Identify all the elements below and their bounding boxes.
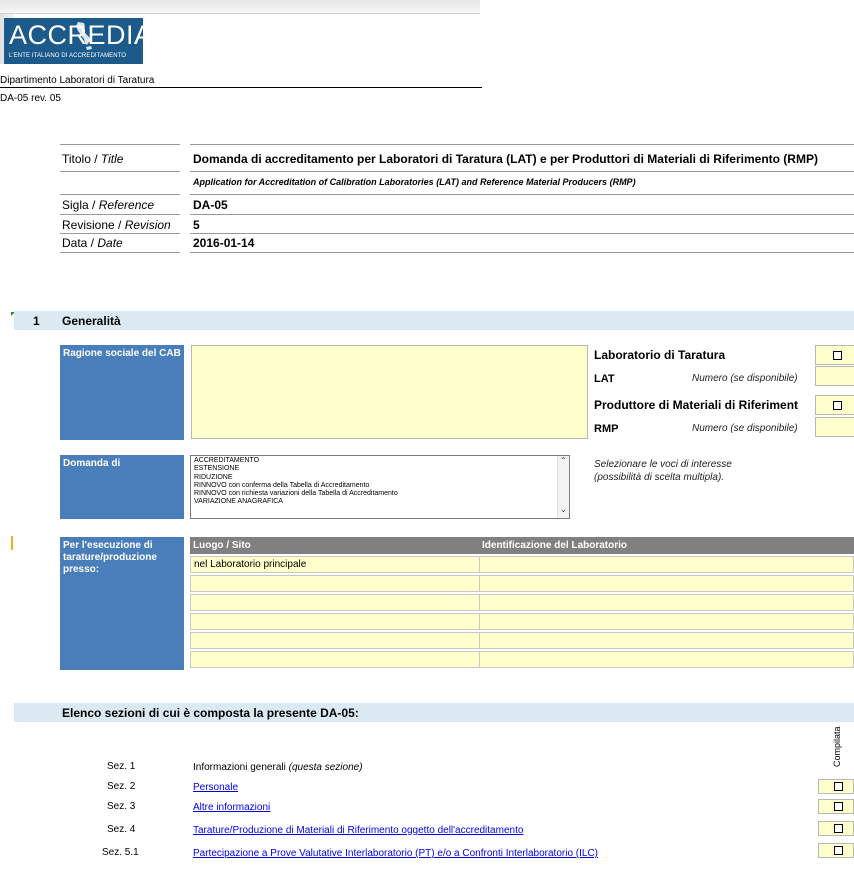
- ragione-sociale-input[interactable]: [191, 345, 588, 439]
- col-luogo-header: Luogo / Sito: [190, 537, 479, 554]
- lat-title: Laboratorio di Taratura: [594, 348, 726, 362]
- listbox-scrollbar[interactable]: ⌃ ⌄: [557, 456, 569, 518]
- lat-checkbox[interactable]: [833, 351, 842, 360]
- compilata-checkbox[interactable]: [834, 846, 843, 855]
- date-value: 2016-01-14: [193, 236, 255, 250]
- esecuzione-label: Per l'esecuzione di tarature/produzione …: [60, 537, 184, 670]
- sez-label: Sez. 3: [107, 801, 136, 812]
- ragione-sociale-label: Ragione sociale del CAB: [60, 345, 184, 440]
- ident-cell[interactable]: [479, 556, 854, 573]
- italy-map-icon: [76, 22, 92, 50]
- header-rule: [190, 233, 854, 234]
- logo-subtitle: L'ENTE ITALIANO DI ACCREDITAMENTO: [9, 53, 127, 59]
- header-rule: [190, 144, 854, 145]
- rmp-code: RMP: [594, 423, 619, 435]
- title-label: Titolo / Title: [62, 152, 124, 166]
- lat-numero-input[interactable]: [815, 366, 854, 386]
- sez-label: Sez. 5.1: [102, 847, 139, 858]
- header-rule: [60, 171, 180, 172]
- header-rule: [60, 194, 180, 195]
- luogo-cell[interactable]: [190, 613, 480, 630]
- ident-cell[interactable]: [479, 613, 854, 630]
- col-ident-header: Identificazione del Laboratorio: [479, 537, 854, 554]
- sez-label: Sez. 2: [107, 781, 136, 792]
- document-revision: DA-05 rev. 05: [0, 93, 61, 104]
- luogo-cell[interactable]: [190, 594, 480, 611]
- rmp-checkbox[interactable]: [833, 401, 842, 410]
- ident-cell[interactable]: [479, 575, 854, 592]
- sez-link-altre-informazioni[interactable]: Altre informazioni: [193, 802, 270, 813]
- department-divider: [0, 87, 482, 88]
- title-value: Domanda di accreditamento per Laboratori…: [193, 152, 818, 166]
- compilata-header: Compilata: [832, 726, 842, 767]
- selezionare-hint-line1: Selezionare le voci di interesse: [594, 459, 732, 470]
- rmp-title: Produttore di Materiali di Riferiment: [594, 398, 799, 412]
- rmp-numero-input[interactable]: [815, 417, 854, 437]
- list-item[interactable]: ACCREDITAMENTO: [194, 457, 566, 465]
- header-rule: [60, 233, 180, 234]
- sez-link-tarature[interactable]: Tarature/Produzione di Materiali di Rife…: [193, 825, 523, 836]
- reference-value: DA-05: [193, 198, 228, 212]
- section-title: Generalità: [62, 314, 121, 328]
- luogo-cell[interactable]: [190, 632, 480, 649]
- header-rule: [190, 171, 854, 172]
- section-number: 1: [33, 314, 40, 328]
- scroll-up-icon[interactable]: ⌃: [560, 456, 567, 465]
- title-english: Application for Accreditation of Calibra…: [193, 177, 636, 187]
- luogo-cell[interactable]: [190, 651, 480, 668]
- sez-label: Sez. 4: [107, 824, 136, 835]
- header-rule: [190, 194, 854, 195]
- luogo-cell[interactable]: [190, 575, 480, 592]
- list-item[interactable]: RINNOVO con richiesta variazioni della T…: [194, 490, 566, 498]
- selezionare-hint-line2: (possibilità di scelta multipla).: [594, 472, 725, 483]
- sez-label: Sez. 1: [107, 761, 136, 772]
- header-rule: [60, 144, 180, 145]
- luogo-cell[interactable]: nel Laboratorio principale: [190, 556, 480, 573]
- elenco-title: Elenco sezioni di cui è composta la pres…: [62, 706, 359, 720]
- compilata-checkbox[interactable]: [834, 802, 843, 811]
- scroll-down-icon[interactable]: ⌄: [560, 505, 567, 514]
- department-name: Dipartimento Laboratori di Taratura: [0, 75, 155, 86]
- cell-marker: [11, 536, 13, 550]
- lat-numero-label: Numero (se disponibile): [692, 373, 798, 384]
- revision-value: 5: [193, 218, 200, 232]
- list-item[interactable]: ESTENSIONE: [194, 465, 566, 473]
- lat-code: LAT: [594, 373, 615, 385]
- reference-label: Sigla / Reference: [62, 198, 155, 212]
- header-rule: [190, 214, 854, 215]
- sez-text: Informazioni generali (questa sezione): [193, 762, 363, 773]
- domanda-listbox[interactable]: ACCREDITAMENTO ESTENSIONE RIDUZIONE RINN…: [190, 455, 570, 519]
- list-item[interactable]: VARIAZIONE ANAGRAFICA: [194, 498, 566, 506]
- ident-cell[interactable]: [479, 651, 854, 668]
- list-item[interactable]: RIDUZIONE: [194, 474, 566, 482]
- header-rule: [190, 252, 854, 253]
- ident-cell[interactable]: [479, 632, 854, 649]
- compilata-checkbox[interactable]: [834, 824, 843, 833]
- header-rule: [60, 252, 180, 253]
- accredia-logo: ACCREDIA L'ENTE ITALIANO DI ACCREDITAMEN…: [4, 18, 152, 64]
- revision-label: Revisione / Revision: [62, 218, 171, 232]
- domanda-di-label: Domanda di: [60, 455, 184, 519]
- window-chrome: [0, 0, 480, 14]
- list-item[interactable]: RINNOVO con conferma della Tabella di Ac…: [194, 482, 566, 490]
- header-rule: [60, 214, 180, 215]
- sez-link-personale[interactable]: Personale: [193, 782, 238, 793]
- section-1-band: [14, 311, 854, 330]
- compilata-checkbox[interactable]: [834, 782, 843, 791]
- rmp-numero-label: Numero (se disponibile): [692, 423, 798, 434]
- date-label: Data / Date: [62, 236, 123, 250]
- ident-cell[interactable]: [479, 594, 854, 611]
- sez-link-partecipazione[interactable]: Partecipazione a Prove Valutative Interl…: [193, 848, 598, 859]
